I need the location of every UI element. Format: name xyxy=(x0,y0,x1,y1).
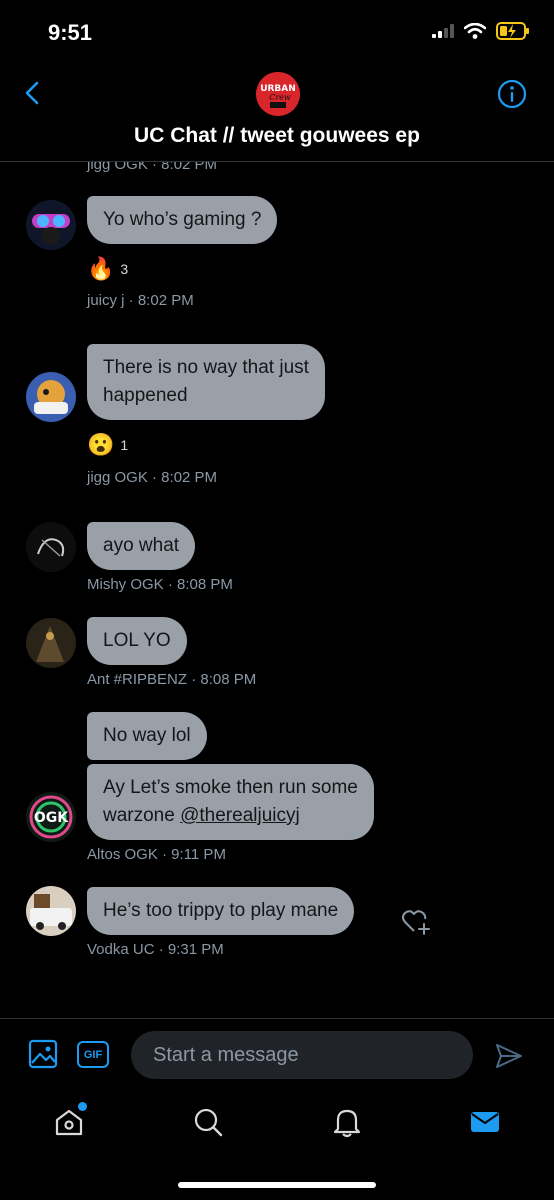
battery-icon xyxy=(496,22,529,40)
avatar[interactable]: OGK xyxy=(26,792,76,842)
send-button[interactable] xyxy=(494,1041,524,1071)
media-button[interactable] xyxy=(28,1039,58,1069)
message-meta: jigg OGK · 8:02 PM xyxy=(87,469,218,486)
mail-icon xyxy=(471,1112,499,1132)
message-line: happened xyxy=(103,385,188,406)
message-line: There is no way that just xyxy=(103,357,309,378)
message-bubble[interactable]: He’s too trippy to play mane xyxy=(87,887,355,935)
status-time: 9:51 xyxy=(48,20,93,45)
avatar-image xyxy=(26,200,76,250)
image-icon xyxy=(28,1039,58,1069)
message-line: warzone @therealjuicyj xyxy=(103,802,358,830)
avatar[interactable] xyxy=(26,618,76,668)
avatar-image xyxy=(26,522,76,572)
reaction-chip[interactable]: 🔥 3 xyxy=(87,256,128,282)
message-input[interactable] xyxy=(131,1031,473,1079)
reaction-count: 1 xyxy=(120,437,129,453)
message-composer: GIF xyxy=(0,1018,554,1090)
fire-icon: 🔥 xyxy=(87,256,115,281)
status-icons xyxy=(432,22,530,40)
message-bubble[interactable]: No way lol xyxy=(87,712,207,760)
search-icon xyxy=(194,1108,223,1137)
surprised-face-icon: 😮 xyxy=(87,432,115,457)
avatar[interactable] xyxy=(26,372,76,422)
avatar-image xyxy=(26,886,76,936)
tab-messages[interactable] xyxy=(469,1106,501,1138)
message-meta: Mishy OGK · 8:08 PM xyxy=(87,576,233,593)
mention-link[interactable]: @therealjuicyj xyxy=(180,805,300,826)
group-avatar[interactable]: URBAN Crew xyxy=(256,72,300,116)
message-bubble[interactable]: Yo who’s gaming ? xyxy=(87,196,278,244)
chevron-left-icon xyxy=(25,81,39,105)
info-button[interactable] xyxy=(496,78,528,110)
chat-header: URBAN Crew UC Chat // tweet gouwees ep xyxy=(0,66,554,162)
reaction-chip[interactable]: 😮 1 xyxy=(87,432,128,458)
message-meta: Altos OGK · 9:11 PM xyxy=(87,846,226,863)
tab-search[interactable] xyxy=(192,1106,224,1138)
notification-dot xyxy=(78,1102,87,1111)
message-feed[interactable]: jigg OGK · 8:02 PM Yo who’s gaming ? 🔥 3… xyxy=(0,162,554,1018)
avatar-image xyxy=(26,618,76,668)
signal-icon xyxy=(432,24,454,38)
message-bubble[interactable]: Ay Let’s smoke then run some warzone @th… xyxy=(87,764,374,840)
back-button[interactable] xyxy=(18,78,48,108)
home-indicator xyxy=(178,1182,376,1188)
message-line: Ay Let’s smoke then run some xyxy=(103,777,358,798)
gif-button[interactable]: GIF xyxy=(77,1041,109,1068)
add-reaction-button[interactable] xyxy=(400,905,432,937)
message-bubble[interactable]: LOL YO xyxy=(87,617,187,665)
avatar[interactable] xyxy=(26,200,76,250)
heart-plus-icon xyxy=(402,910,430,935)
avatar[interactable] xyxy=(26,886,76,936)
tab-home[interactable] xyxy=(53,1102,87,1138)
message-text: warzone xyxy=(103,805,181,826)
avatar[interactable] xyxy=(26,522,76,572)
svg-text:OGK: OGK xyxy=(34,810,69,826)
tab-notifications[interactable] xyxy=(331,1106,363,1138)
tab-bar xyxy=(0,1090,554,1200)
message-bubble[interactable]: There is no way that just happened xyxy=(87,344,325,420)
message-bubble[interactable]: ayo what xyxy=(87,522,196,570)
wifi-icon xyxy=(464,23,486,39)
message-meta: jigg OGK · 8:02 PM xyxy=(87,162,218,173)
conversation-title[interactable]: UC Chat // tweet gouwees ep xyxy=(0,124,554,148)
message-meta: Ant #RIPBENZ · 8:08 PM xyxy=(87,671,257,688)
message-meta: juicy j · 8:02 PM xyxy=(87,292,194,309)
avatar-image xyxy=(26,372,76,422)
urban-crew-logo: URBAN Crew xyxy=(256,72,300,116)
reaction-count: 3 xyxy=(120,261,129,277)
avatar-image: OGK xyxy=(26,792,76,842)
bell-icon xyxy=(333,1109,361,1138)
message-meta: Vodka UC · 9:31 PM xyxy=(87,941,224,958)
send-icon xyxy=(496,1044,522,1068)
status-bar: 9:51 xyxy=(0,0,554,66)
info-icon xyxy=(497,79,527,109)
svg-text:Crew: Crew xyxy=(269,93,291,102)
